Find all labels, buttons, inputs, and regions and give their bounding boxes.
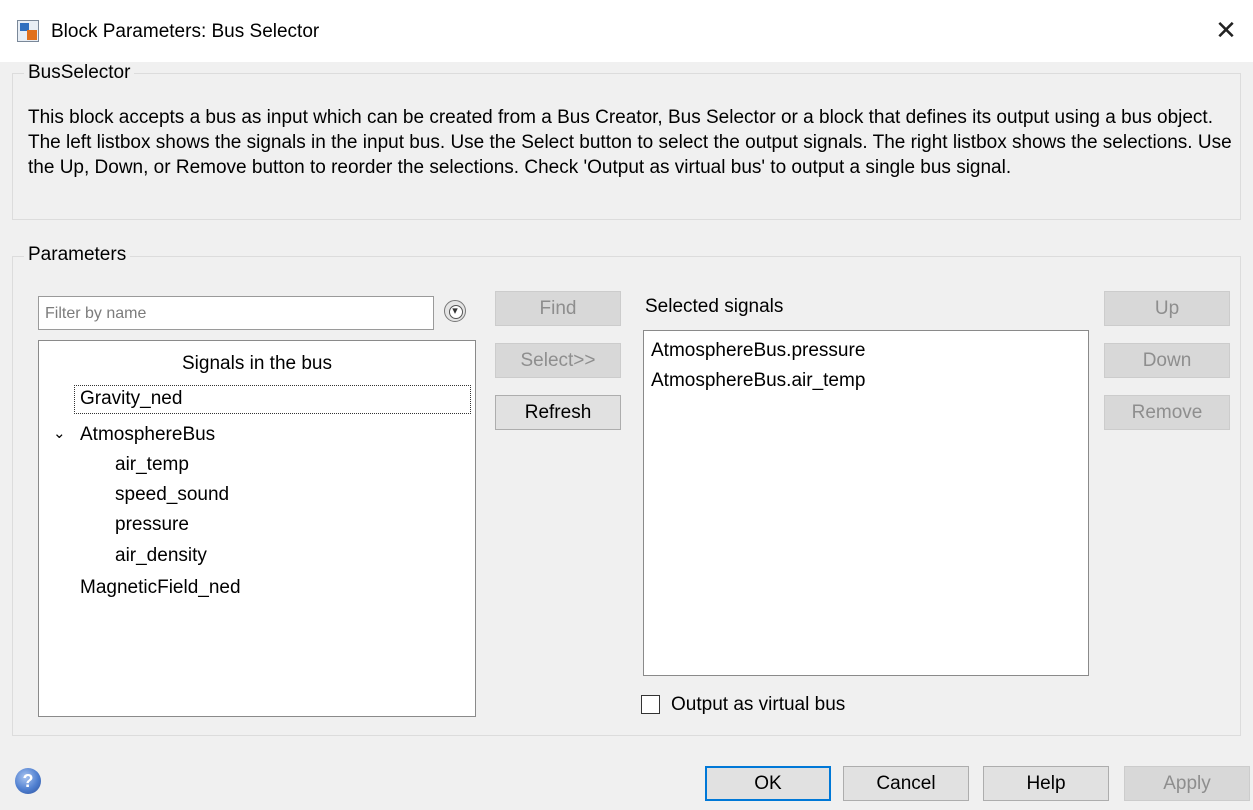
output-virtual-bus-checkbox[interactable] (641, 695, 660, 714)
close-icon[interactable]: ✕ (1210, 14, 1242, 46)
output-virtual-bus-label[interactable]: Output as virtual bus (671, 694, 845, 716)
remove-button[interactable]: Remove (1104, 395, 1230, 430)
tree-item-air-temp[interactable]: air_temp (115, 454, 189, 476)
simulink-app-icon (17, 20, 39, 42)
signals-tree-header: Signals in the bus (182, 353, 332, 374)
find-button[interactable]: Find (495, 291, 621, 326)
help-icon[interactable]: ? (15, 768, 41, 794)
parameters-group-title: Parameters (24, 244, 131, 266)
tree-item-label: Gravity_ned (80, 388, 183, 409)
tree-item-air-density[interactable]: air_density (115, 545, 207, 567)
tree-item-atmospherebus[interactable]: AtmosphereBus (80, 424, 215, 446)
apply-button[interactable]: Apply (1124, 766, 1250, 801)
select-button[interactable]: Select>> (495, 343, 621, 378)
chevron-down-icon[interactable]: ⌄ (53, 424, 66, 442)
up-button[interactable]: Up (1104, 291, 1230, 326)
filter-options-icon[interactable]: ▾ (444, 300, 466, 322)
selected-signals-label: Selected signals (645, 296, 784, 317)
ok-button[interactable]: OK (705, 766, 831, 801)
tree-item-speed-sound[interactable]: speed_sound (115, 484, 229, 506)
title-bar: Block Parameters: Bus Selector ✕ (0, 0, 1253, 62)
window-title: Block Parameters: Bus Selector (51, 21, 320, 42)
filter-input[interactable]: Filter by name (38, 296, 434, 330)
description-text: This block accepts a bus as input which … (28, 107, 1232, 178)
description-group-title: BusSelector (24, 62, 135, 84)
refresh-button[interactable]: Refresh (495, 395, 621, 430)
tree-item-magneticfield-ned[interactable]: MagneticField_ned (80, 577, 241, 599)
cancel-button[interactable]: Cancel (843, 766, 969, 801)
list-item[interactable]: AtmosphereBus.air_temp (651, 370, 865, 392)
filter-placeholder: Filter by name (45, 305, 147, 322)
help-button[interactable]: Help (983, 766, 1109, 801)
tree-item-gravity-ned[interactable]: Gravity_ned (74, 385, 471, 414)
list-item[interactable]: AtmosphereBus.pressure (651, 340, 865, 362)
down-button[interactable]: Down (1104, 343, 1230, 378)
tree-item-pressure[interactable]: pressure (115, 514, 189, 536)
